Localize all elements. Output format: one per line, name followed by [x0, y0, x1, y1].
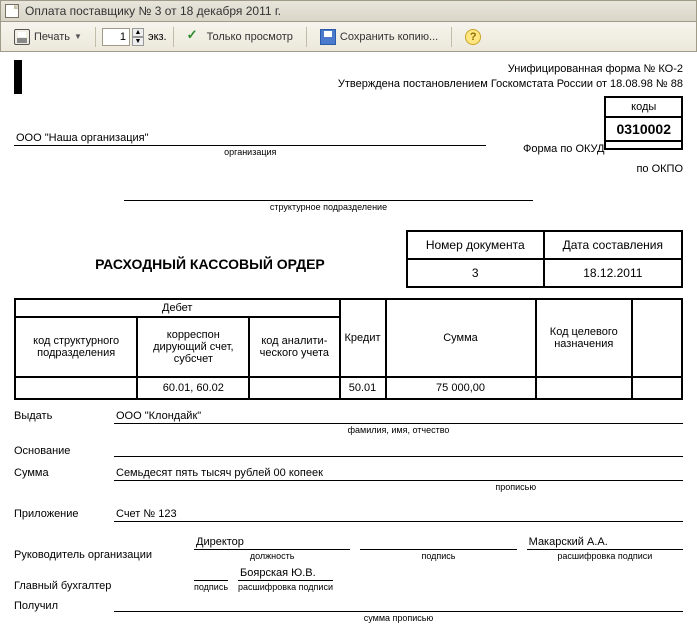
- doc-number-table: Номер документа Дата составления 3 18.12…: [406, 230, 683, 288]
- form-approved: Утверждена постановлением Госкомстата Ро…: [14, 77, 683, 92]
- cell-extra: [632, 377, 682, 399]
- sum-sublabel: прописью: [349, 482, 684, 492]
- received-line: [114, 598, 683, 612]
- subunit-field: [124, 189, 533, 201]
- org-sublabel: организация: [14, 147, 486, 157]
- doc-num-label: Номер документа: [407, 231, 544, 259]
- th-sum: Сумма: [386, 299, 536, 377]
- check-icon: [187, 29, 203, 45]
- view-only-button[interactable]: Только просмотр: [180, 26, 300, 48]
- issue-value: ООО "Клондайк": [114, 410, 683, 424]
- chevron-down-icon: ▼: [74, 32, 82, 41]
- cell-corr: 60.01, 60.02: [137, 377, 249, 399]
- sign-sub: подпись: [360, 551, 516, 561]
- cell-struct: [15, 377, 137, 399]
- issue-sublabel: фамилия, имя, отчество: [114, 425, 683, 435]
- copies-input[interactable]: [102, 28, 130, 46]
- save-copy-button[interactable]: Сохранить копию...: [313, 26, 445, 48]
- cell-sum: 75 000,00: [386, 377, 536, 399]
- th-anal: код аналити-ческого учета: [249, 317, 339, 377]
- okud-value: 0310002: [605, 117, 682, 141]
- toolbar-divider: [451, 27, 452, 47]
- pos-sub: должность: [194, 551, 350, 561]
- subunit-sublabel: структурное подразделение: [124, 202, 533, 212]
- doc-num: 3: [407, 259, 544, 287]
- codes-table: коды 0310002: [604, 96, 683, 150]
- received-label: Получил: [14, 600, 114, 612]
- okpo-value: [605, 141, 682, 149]
- head-position: Директор: [194, 536, 350, 550]
- sum-value: Семьдесят пять тысяч рублей 00 копеек: [114, 467, 683, 481]
- toolbar-divider: [306, 27, 307, 47]
- doc-date-label: Дата составления: [544, 231, 682, 259]
- help-button[interactable]: ?: [458, 26, 488, 48]
- acc-decode-sub: расшифровка подписи: [238, 582, 333, 592]
- attach-label: Приложение: [14, 508, 114, 522]
- cell-credit: 50.01: [340, 377, 386, 399]
- margin-marker: [14, 60, 22, 94]
- th-debit: Дебет: [15, 299, 340, 317]
- document-title: РАСХОДНЫЙ КАССОВЫЙ ОРДЕР: [14, 230, 406, 272]
- print-icon: [14, 29, 30, 45]
- sum-label: Сумма: [14, 467, 114, 481]
- save-copy-label: Сохранить копию...: [340, 31, 438, 43]
- issue-label: Выдать: [14, 410, 114, 424]
- th-credit: Кредит: [340, 299, 386, 377]
- cell-anal: [249, 377, 339, 399]
- head-label: Руководитель организации: [14, 549, 184, 561]
- received-sub: сумма прописью: [114, 613, 683, 623]
- help-icon: ?: [465, 29, 481, 45]
- copies-spinner[interactable]: ▲ ▼: [102, 28, 144, 46]
- form-header: Унифицированная форма № КО-2 Утверждена …: [14, 62, 683, 92]
- main-data-table: Дебет Кредит Сумма Код целевого назначен…: [14, 298, 683, 400]
- head-sign: [360, 536, 516, 550]
- toolbar-divider: [173, 27, 174, 47]
- cell-target: [536, 377, 632, 399]
- save-icon: [320, 29, 336, 45]
- form-code-title: Унифицированная форма № КО-2: [14, 62, 683, 77]
- copies-unit: экз.: [148, 31, 167, 43]
- head-name: Макарский А.А.: [527, 536, 683, 550]
- spin-up-icon[interactable]: ▲: [132, 28, 144, 37]
- window-title: Оплата поставщику № 3 от 18 декабря 2011…: [25, 4, 281, 18]
- th-struct: код структурного подразделения: [15, 317, 137, 377]
- codes-label: коды: [605, 97, 682, 117]
- doc-date: 18.12.2011: [544, 259, 682, 287]
- document-page: Унифицированная форма № КО-2 Утверждена …: [0, 52, 697, 643]
- acc-label: Главный бухгалтер: [14, 580, 184, 592]
- document-icon: [5, 4, 19, 18]
- org-name: ООО "Наша организация": [14, 132, 486, 146]
- th-corr: корреспон дирующий счет, субсчет: [137, 317, 249, 377]
- okud-label: Форма по ОКУД: [494, 143, 604, 157]
- toolbar-divider: [95, 27, 96, 47]
- th-target: Код целевого назначения: [536, 299, 632, 377]
- okpo-label: по ОКПО: [573, 163, 683, 177]
- decode-sub: расшифровка подписи: [527, 551, 683, 561]
- attach-value: Счет № 123: [114, 508, 683, 522]
- print-button[interactable]: Печать ▼: [7, 26, 89, 48]
- th-extra: [632, 299, 682, 377]
- window-titlebar: Оплата поставщику № 3 от 18 декабря 2011…: [0, 0, 697, 22]
- table-row: 60.01, 60.02 50.01 75 000,00: [15, 377, 682, 399]
- basis-value: [114, 445, 683, 457]
- view-only-label: Только просмотр: [207, 31, 293, 43]
- basis-label: Основание: [14, 445, 114, 457]
- print-label: Печать: [34, 31, 70, 43]
- spin-down-icon[interactable]: ▼: [132, 37, 144, 46]
- toolbar: Печать ▼ ▲ ▼ экз. Только просмотр Сохран…: [0, 22, 697, 52]
- acc-sign-sub: подпись: [194, 582, 228, 592]
